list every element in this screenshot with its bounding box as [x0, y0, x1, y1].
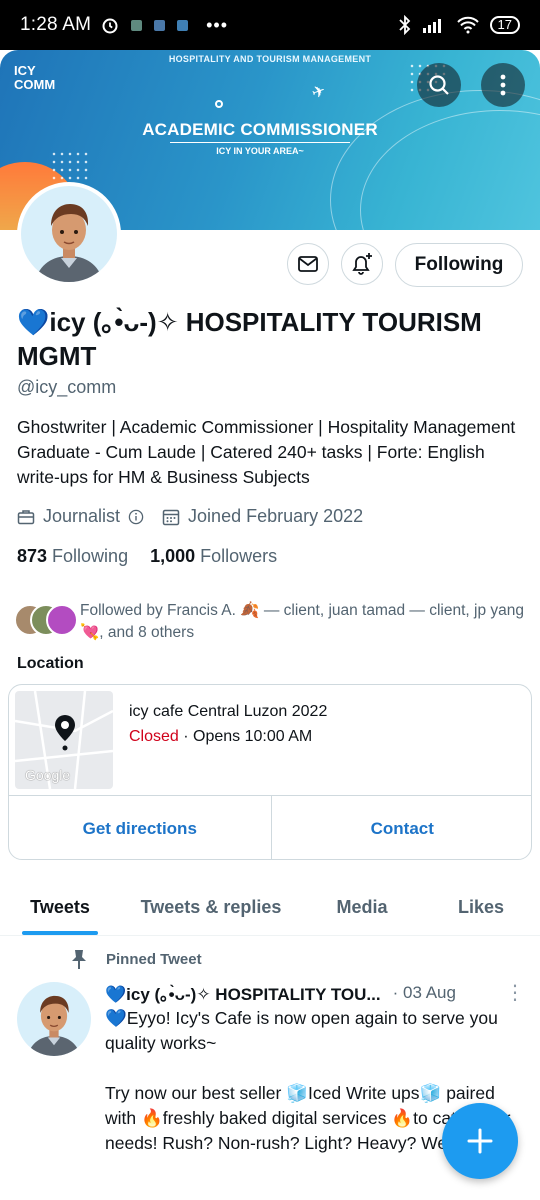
tab-label: Tweets & replies: [140, 897, 282, 917]
avatar-illustration: [27, 995, 81, 1056]
tweet-author-avatar[interactable]: [17, 982, 91, 1056]
profile-avatar[interactable]: [17, 182, 121, 286]
profile-tabs: Tweets Tweets & replies Media Likes: [0, 880, 540, 936]
notification-icons: •••: [101, 15, 228, 36]
location-map[interactable]: Google: [15, 691, 113, 789]
location-name: icy cafe Central Luzon 2022: [129, 703, 328, 720]
signal-icon: [422, 19, 441, 33]
followed-by-text: Followed by Francis A. 🍂 — client, juan …: [80, 602, 525, 641]
alarm-icon: [102, 18, 118, 34]
envelope-icon: [298, 256, 318, 272]
battery-indicator: 17: [489, 16, 520, 34]
search-icon: [429, 75, 449, 95]
pin-icon: [72, 950, 86, 969]
map-attribution: Google: [25, 767, 71, 783]
category-label: Journalist: [43, 506, 121, 526]
closed-status: Closed: [129, 728, 179, 745]
profile-meta: Journalist Joined February 2022: [17, 506, 381, 527]
tab-tweets-replies[interactable]: Tweets & replies: [120, 880, 302, 935]
info-icon[interactable]: [128, 509, 144, 525]
location-section-title: Location: [17, 655, 84, 672]
tab-likes[interactable]: Likes: [422, 880, 540, 935]
app-notification-icon: [131, 19, 143, 31]
airplane-icon: ✈: [309, 82, 329, 103]
notifications-button[interactable]: [341, 243, 383, 285]
status-bar: 1:28 AM ••• 17: [0, 0, 540, 50]
wifi-icon: [456, 16, 479, 34]
more-options-button[interactable]: [481, 63, 525, 107]
plus-icon: [467, 1128, 493, 1154]
active-tab-indicator: [22, 931, 98, 935]
tweet-author-name[interactable]: 💙icy (｡•̀ᴗ-)✧ HOSPITALITY TOU...: [105, 980, 381, 1005]
tweet-date[interactable]: · 03 Aug: [393, 983, 456, 1003]
profile-handle: @icy_comm: [17, 377, 117, 397]
tab-tweets[interactable]: Tweets: [0, 880, 120, 935]
location-actions: Get directions Contact: [9, 795, 532, 859]
tab-media[interactable]: Media: [302, 880, 422, 935]
profile-join-date: Joined February 2022: [162, 506, 363, 527]
clock: 1:28 AM: [20, 14, 92, 35]
tab-label: Media: [336, 897, 388, 917]
joined-label: Joined February 2022: [188, 506, 364, 526]
profile-category[interactable]: Journalist: [17, 506, 144, 527]
banner-title: ACADEMIC COMMISSIONER: [142, 120, 378, 139]
location-card: Google icy cafe Central Luzon 2022 Close…: [8, 684, 532, 860]
banner-top-text: HOSPITALITY AND TOURISM MANAGEMENT: [168, 54, 372, 64]
bell-plus-icon: [352, 253, 372, 275]
follower-avatars: [14, 600, 80, 640]
messenger-icon: [177, 19, 189, 31]
telegram-icon: [154, 19, 166, 31]
more-vertical-icon: [500, 74, 506, 96]
tab-label: Likes: [457, 897, 505, 917]
followers-count-link[interactable]: 1,000 Followers: [150, 546, 277, 567]
profile-bio: Ghostwriter | Academic Commissioner | Ho…: [17, 417, 516, 487]
system-icons: 17: [398, 15, 520, 35]
contact-button[interactable]: Contact: [270, 796, 532, 859]
pinned-tweet-label: Pinned Tweet: [70, 948, 202, 970]
followers-count: 1,000: [150, 546, 196, 566]
tweet-header: 💙icy (｡•̀ᴗ-)✧ HOSPITALITY TOU... · 03 Au…: [105, 980, 525, 1005]
compose-tweet-button[interactable]: [442, 1103, 518, 1179]
followed-by[interactable]: Followed by Francis A. 🍂 — client, juan …: [14, 600, 529, 644]
following-label: Following: [52, 546, 129, 566]
briefcase-icon: [17, 509, 35, 524]
calendar-icon: [162, 509, 180, 525]
banner-subtitle: ICY IN YOUR AREA~: [216, 146, 304, 156]
banner-dots-decoration: [50, 150, 90, 180]
search-button[interactable]: [417, 63, 461, 107]
message-button[interactable]: [287, 243, 329, 285]
get-directions-button[interactable]: Get directions: [9, 796, 271, 859]
bluetooth-icon: [398, 15, 410, 35]
opening-hours: · Opens 10:00 AM: [178, 728, 313, 745]
profile-display-name: 💙icy (｡•̀ᴗ-)✧ HOSPITALITY TOURISM MGMT: [17, 307, 482, 371]
map-pin-icon: [215, 100, 223, 108]
follow-counts: 873 Following 1,000 Followers: [17, 546, 299, 567]
tweet-more-icon[interactable]: ⋮: [505, 983, 525, 1003]
banner-logo: ICY COMM: [14, 63, 56, 92]
following-button[interactable]: Following: [395, 243, 523, 287]
avatar-image: [21, 186, 117, 282]
follower-avatar: [46, 604, 78, 636]
location-status: Closed · Opens 10:00 AM: [129, 728, 312, 746]
followers-label: Followers: [200, 546, 278, 566]
more-notifications-icon: •••: [206, 14, 229, 35]
following-count-link[interactable]: 873 Following: [17, 546, 128, 567]
tab-label: Tweets: [30, 897, 90, 917]
banner-divider: [170, 142, 350, 143]
map-pin-icon: [55, 715, 75, 751]
following-count: 873: [17, 546, 48, 566]
avatar-illustration: [35, 204, 103, 282]
pinned-label-text: Pinned Tweet: [106, 950, 202, 968]
